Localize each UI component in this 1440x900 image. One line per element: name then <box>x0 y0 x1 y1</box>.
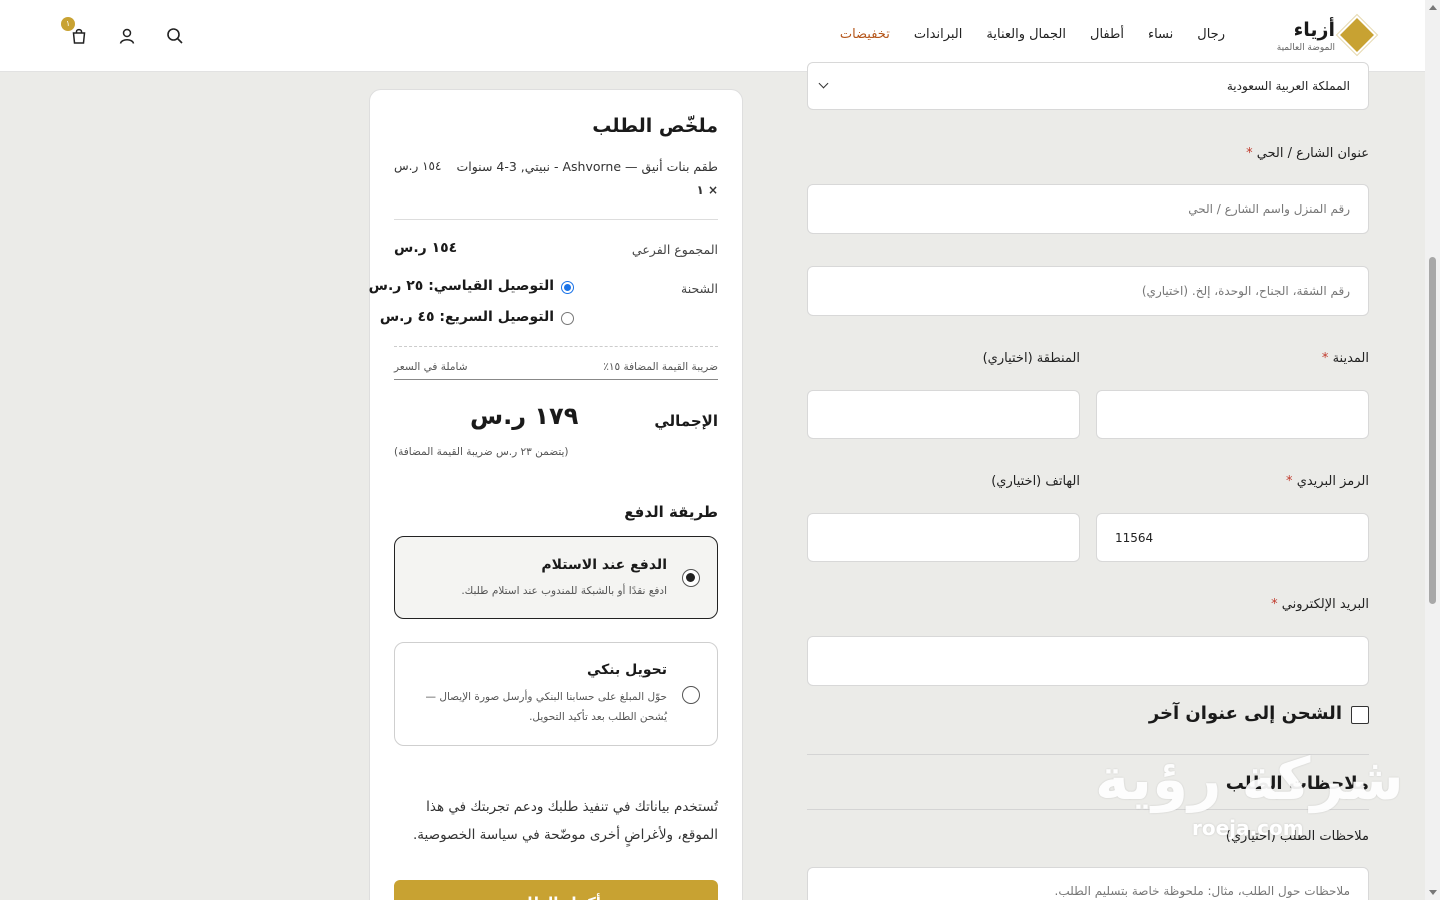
place-order-button[interactable]: أكمل الطلب <box>394 880 718 900</box>
order-summary-card: ملخّص الطلب طقم بنات أنيق — Ashvorne - ن… <box>369 89 743 900</box>
privacy-text-line1: تُستخدم بياناتك في تنفيذ طلبك ودعم تجربت… <box>426 799 718 815</box>
scroll-down-arrow-icon[interactable] <box>1429 890 1437 895</box>
logo-name[interactable]: أزياء <box>1294 19 1335 41</box>
bank-transfer-description-line2: يُشحن الطلب بعد تأكيد التحويل. <box>529 711 667 723</box>
cod-description: ادفع نقدًا أو بالشبكة للمندوب عند استلام… <box>461 585 667 597</box>
ship-different-address-checkbox[interactable] <box>1351 706 1369 724</box>
shipping-option-standard[interactable]: التوصيل القياسي: ٢٥ ر.س <box>369 278 574 300</box>
apartment-placeholder: رقم الشقة، الجناح، الوحدة، إلخ. (اختياري… <box>1141 284 1350 298</box>
bank-transfer-radio[interactable] <box>682 686 700 704</box>
divider <box>394 346 718 347</box>
divider <box>394 219 718 220</box>
privacy-text-line2: الموقع، ولأغراضٍ أخرى موضّحة في سياسة ال… <box>413 827 718 843</box>
email-label: البريد الإلكتروني * <box>1271 597 1369 612</box>
cart-count-badge: ١ <box>61 17 75 31</box>
scrollbar-thumb[interactable] <box>1429 257 1436 604</box>
city-label-text: المدينة <box>1332 351 1369 366</box>
shipping-label: الشحنة <box>681 281 718 296</box>
postcode-input[interactable]: 11564 <box>1096 513 1369 562</box>
order-notes-textarea[interactable]: ملاحظات حول الطلب، مثال: ملحوظة خاصة بتس… <box>807 867 1369 900</box>
required-mark: * <box>1286 474 1293 489</box>
express-shipping-radio[interactable] <box>561 312 574 325</box>
street-label: عنوان الشارع / الحي * <box>1246 146 1369 161</box>
nav-kids[interactable]: أطفال <box>1090 27 1124 42</box>
total-label: الإجمالي <box>654 412 718 430</box>
required-mark: * <box>1271 597 1278 612</box>
item-quantity: × ١ <box>696 183 718 197</box>
nav-sale[interactable]: تخفيضات <box>840 27 890 42</box>
logo-tagline: الموضة العالمية <box>1276 43 1335 53</box>
postcode-label: الرمز البريدي * <box>1286 474 1369 489</box>
standard-shipping-label[interactable]: التوصيل القياسي: ٢٥ ر.س <box>369 278 554 294</box>
street-placeholder: رقم المنزل واسم الشارع / الحي <box>1188 202 1350 216</box>
country-value: المملكة العربية السعودية <box>1226 79 1350 93</box>
subtotal-value: ١٥٤ ر.س <box>394 240 458 256</box>
bank-transfer-title: تحويل بنكي <box>586 662 667 678</box>
page-scrollbar[interactable] <box>1425 0 1440 900</box>
city-label: المدينة * <box>1322 351 1369 366</box>
nav-beauty[interactable]: الجمال والعناية <box>986 27 1066 42</box>
standard-shipping-radio[interactable] <box>561 281 574 294</box>
main-nav: رجال نساء أطفال الجمال والعناية البراندا… <box>840 27 1225 42</box>
phone-label: الهاتف (اختياري) <box>991 474 1080 489</box>
nav-women[interactable]: نساء <box>1148 27 1173 42</box>
search-icon[interactable] <box>166 27 184 45</box>
vat-label: ضريبة القيمة المضافة ١٥٪ <box>603 361 718 373</box>
scroll-up-arrow-icon[interactable] <box>1429 5 1437 10</box>
chevron-down-icon <box>818 78 829 89</box>
city-input[interactable] <box>1096 390 1369 439</box>
vat-value: شاملة في السعر <box>394 361 468 373</box>
item-name: طقم بنات أنيق — Ashvorne - نبيتي, 3-4 سن… <box>456 159 718 174</box>
cart-icon[interactable] <box>70 27 88 45</box>
express-shipping-label[interactable]: التوصيل السريع: ٤٥ ر.س <box>380 309 554 325</box>
country-select[interactable]: المملكة العربية السعودية <box>807 62 1369 110</box>
watermark-sub: roeja.com <box>1192 816 1304 840</box>
ship-different-address-label[interactable]: الشحن إلى عنوان آخر <box>1149 703 1342 724</box>
watermark-text: شركة رؤية <box>1095 745 1404 813</box>
logo-mark-icon[interactable] <box>1340 18 1374 52</box>
nav-men[interactable]: رجال <box>1197 27 1225 42</box>
item-price: ١٥٤ ر.س <box>394 159 442 173</box>
cod-radio[interactable] <box>682 569 700 587</box>
total-value: ١٧٩ ر.س <box>470 402 579 430</box>
cod-title: الدفع عند الاستلام <box>541 557 667 573</box>
postcode-value: 11564 <box>1115 530 1154 545</box>
payment-option-bank[interactable]: تحويل بنكي حوّل المبلغ على حسابنا البنكي… <box>394 642 718 746</box>
region-input[interactable] <box>807 390 1080 439</box>
phone-input[interactable] <box>807 513 1080 562</box>
required-mark: * <box>1246 146 1253 161</box>
payment-method-heading: طريقة الدفع <box>624 503 718 521</box>
bank-transfer-description-line1: حوّل المبلغ على حسابنا البنكي وأرسل صورة… <box>425 691 668 703</box>
user-icon[interactable] <box>118 27 136 45</box>
email-input[interactable] <box>807 636 1369 686</box>
subtotal-label: المجموع الفرعي <box>631 242 718 257</box>
region-label: المنطقة (اختياري) <box>982 351 1080 366</box>
postcode-label-text: الرمز البريدي <box>1296 474 1369 489</box>
street-input[interactable]: رقم المنزل واسم الشارع / الحي <box>807 184 1369 234</box>
email-label-text: البريد الإلكتروني <box>1281 597 1369 612</box>
apartment-input[interactable]: رقم الشقة، الجناح، الوحدة، إلخ. (اختياري… <box>807 266 1369 316</box>
nav-brands[interactable]: البراندات <box>914 27 963 42</box>
summary-title: ملخّص الطلب <box>592 115 718 137</box>
order-notes-placeholder: ملاحظات حول الطلب، مثال: ملحوظة خاصة بتس… <box>1054 884 1350 898</box>
street-label-text: عنوان الشارع / الحي <box>1256 146 1369 161</box>
shipping-option-express[interactable]: التوصيل السريع: ٤٥ ر.س <box>380 309 574 331</box>
required-mark: * <box>1321 351 1329 366</box>
divider <box>394 379 718 380</box>
payment-option-cod[interactable]: الدفع عند الاستلام ادفع نقدًا أو بالشبكة… <box>394 536 718 619</box>
total-vat-note: (يتضمن ٢٣ ر.س ضريبة القيمة المضافة) <box>394 446 569 458</box>
